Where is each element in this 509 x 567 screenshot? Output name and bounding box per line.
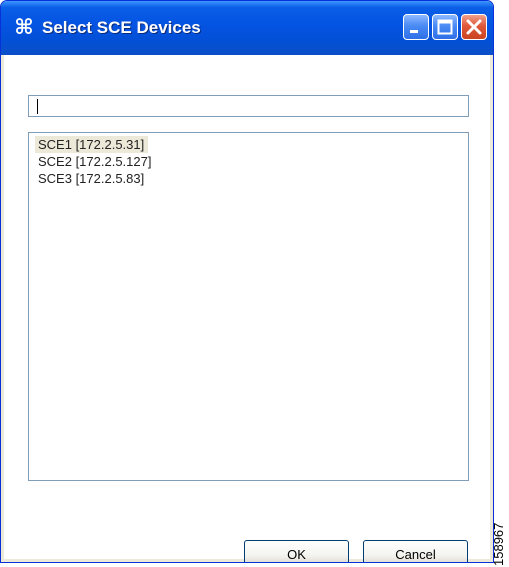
window-controls xyxy=(403,14,487,40)
ok-button[interactable]: OK xyxy=(244,540,349,562)
window-title: Select SCE Devices xyxy=(42,18,201,37)
list-item[interactable]: SCE2 [172.2.5.127] xyxy=(35,153,155,170)
text-caret xyxy=(37,99,38,114)
minimize-icon xyxy=(410,30,418,33)
close-button[interactable] xyxy=(461,14,487,40)
device-list[interactable]: SCE1 [172.2.5.31] SCE2 [172.2.5.127] SCE3 … xyxy=(28,132,469,481)
dialog-window: ⌘ Select SCE Devices SCE1 [172.2.5.31] S… xyxy=(0,0,494,563)
maximize-icon xyxy=(437,19,453,35)
list-item[interactable]: SCE1 [172.2.5.31] xyxy=(35,136,149,153)
cancel-button[interactable]: Cancel xyxy=(363,540,468,562)
title-bar[interactable]: ⌘ Select SCE Devices xyxy=(1,1,493,55)
minimize-button[interactable] xyxy=(403,14,429,40)
command-icon: ⌘ xyxy=(14,16,34,39)
filter-input[interactable] xyxy=(28,95,469,117)
figure-number: 158967 xyxy=(491,522,506,566)
dialog-body: SCE1 [172.2.5.31] SCE2 [172.2.5.127] SCE3 … xyxy=(4,55,490,562)
maximize-button[interactable] xyxy=(432,14,458,40)
close-icon xyxy=(466,19,482,35)
list-item[interactable]: SCE3 [172.2.5.83] xyxy=(35,170,148,187)
